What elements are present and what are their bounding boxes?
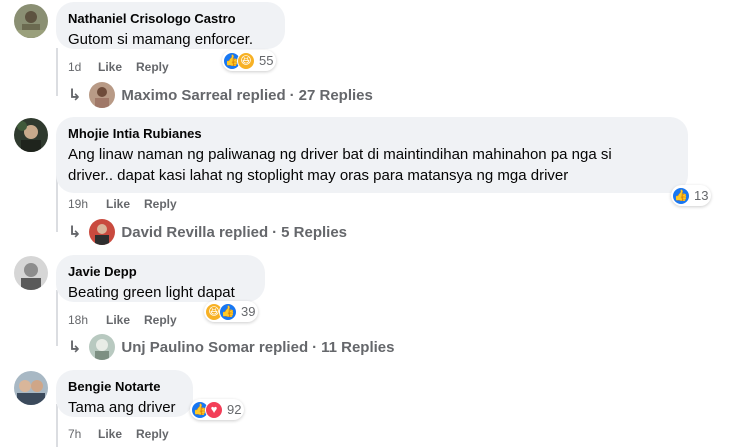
- avatar: [89, 219, 116, 245]
- reply-arrow-icon: ↳: [68, 339, 82, 356]
- comment-bubble: Bengie Notarte Tama ang driver: [56, 370, 193, 417]
- reaction-summary[interactable]: 👍 13: [671, 185, 712, 206]
- comment-text: Tama ang driver: [68, 399, 176, 416]
- thread-line: [56, 404, 58, 447]
- avatar[interactable]: [14, 4, 48, 38]
- reaction-summary[interactable]: 👍 ♥ 92: [190, 399, 245, 420]
- separator: ·: [272, 223, 278, 241]
- comment-time[interactable]: 19h: [68, 197, 106, 211]
- reply-arrow-icon: ↳: [68, 224, 82, 241]
- comment-actions: 7h Like Reply: [68, 427, 183, 441]
- comment-actions: 19h Like Reply: [68, 197, 191, 211]
- reply-count: 11 Replies: [321, 338, 395, 356]
- comment-text-line: Ang linaw naman ng paliwanag ng driver b…: [68, 146, 612, 163]
- comment-text: Beating green light dapat: [68, 284, 235, 301]
- thread-line: [56, 48, 58, 96]
- reaction-count: 55: [259, 53, 274, 68]
- comment-text: Gutom si mamang enforcer.: [68, 31, 254, 48]
- view-replies-link[interactable]: ↳ David Revilla replied · 5 Replies: [68, 219, 347, 245]
- like-button[interactable]: Like: [98, 60, 122, 74]
- laughing-face-icon: 😆: [237, 51, 255, 70]
- view-replies-link[interactable]: ↳ Maximo Sarreal replied · 27 Replies: [68, 82, 373, 108]
- separator: ·: [289, 86, 295, 104]
- avatar[interactable]: [14, 371, 48, 405]
- replier-name: Maximo Sarreal replied: [121, 86, 286, 104]
- replier-name: Unj Paulino Somar replied: [121, 338, 309, 356]
- reaction-count: 92: [227, 402, 242, 417]
- avatar: [89, 82, 116, 108]
- replier-name: David Revilla replied: [121, 223, 269, 241]
- comment-text: Ang linaw naman ng paliwanag ng driver b…: [68, 144, 676, 186]
- heart-icon: ♥: [205, 400, 223, 419]
- thread-line: [56, 290, 58, 346]
- avatar: [89, 334, 116, 360]
- reaction-summary[interactable]: 😆 👍 39: [204, 301, 259, 322]
- comment-author[interactable]: Mhojie Intia Rubianes: [68, 125, 676, 142]
- thumbs-up-icon: 👍: [672, 186, 690, 205]
- comment-text-line: driver.. dapat kasi lahat ng stoplight m…: [68, 167, 569, 184]
- comment-bubble: Nathaniel Crisologo Castro Gutom si mama…: [56, 2, 285, 49]
- view-replies-link[interactable]: ↳ Unj Paulino Somar replied · 11 Replies: [68, 334, 395, 360]
- avatar[interactable]: [14, 256, 48, 290]
- like-button[interactable]: Like: [106, 197, 130, 211]
- reply-button[interactable]: Reply: [144, 197, 177, 211]
- reaction-count: 13: [694, 188, 709, 203]
- thumbs-up-icon: 👍: [219, 302, 237, 321]
- comment-author[interactable]: Nathaniel Crisologo Castro: [68, 10, 273, 27]
- reply-button[interactable]: Reply: [136, 427, 169, 441]
- avatar[interactable]: [14, 118, 48, 152]
- comment-author[interactable]: Javie Depp: [68, 263, 253, 280]
- reaction-summary[interactable]: 👍 😆 55: [222, 50, 277, 71]
- comment-author[interactable]: Bengie Notarte: [68, 378, 181, 395]
- comment-time[interactable]: 7h: [68, 427, 98, 441]
- reply-button[interactable]: Reply: [144, 313, 177, 327]
- reply-button[interactable]: Reply: [136, 60, 169, 74]
- separator: ·: [312, 338, 318, 356]
- reply-count: 5 Replies: [281, 223, 348, 241]
- reply-arrow-icon: ↳: [68, 87, 82, 104]
- comment-time[interactable]: 18h: [68, 313, 106, 327]
- comment-time[interactable]: 1d: [68, 60, 98, 74]
- reply-count: 27 Replies: [298, 86, 373, 104]
- comment-bubble: Mhojie Intia Rubianes Ang linaw naman ng…: [56, 117, 688, 193]
- comment-actions: 18h Like Reply: [68, 313, 191, 327]
- reaction-count: 39: [241, 304, 256, 319]
- comment-bubble: Javie Depp Beating green light dapat: [56, 255, 265, 302]
- comment-actions: 1d Like Reply: [68, 60, 183, 74]
- like-button[interactable]: Like: [98, 427, 122, 441]
- like-button[interactable]: Like: [106, 313, 130, 327]
